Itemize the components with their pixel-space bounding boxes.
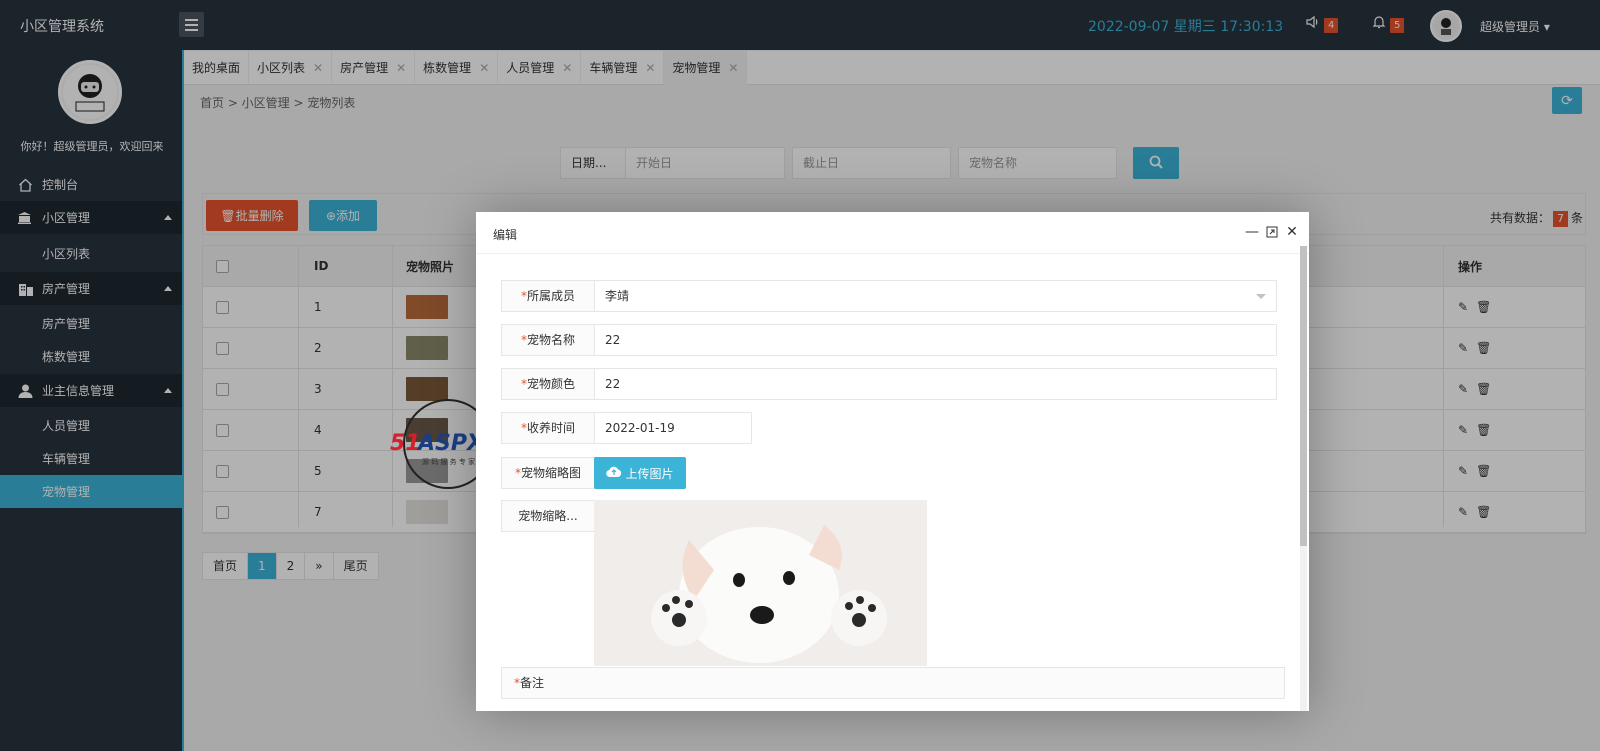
pet-name-label: *宠物名称 (501, 324, 595, 356)
svg-text:源 码 服 务 专 家: 源 码 服 务 专 家 (422, 457, 475, 466)
pet-thumbnail-image (594, 500, 927, 666)
chevron-down-icon (1256, 294, 1266, 299)
pet-name-input[interactable]: 22 (594, 324, 1277, 356)
member-select[interactable]: 李靖 (594, 280, 1277, 312)
thumb-preview-label: 宠物缩略... (501, 500, 595, 532)
adopt-date-input[interactable]: 2022-01-19 (594, 412, 752, 444)
modal-title: 编辑 (493, 228, 518, 242)
button-label: 上传图片 (625, 466, 674, 481)
svg-text:51: 51 (390, 431, 421, 456)
edit-modal: 编辑 — ✕ *所属成员 李靖 *宠物名称 22 *宠物颜色 22 *收养时间 … (476, 212, 1309, 711)
member-value: 李靖 (605, 289, 630, 303)
close-icon[interactable]: ✕ (1283, 222, 1301, 242)
thumb-label: *宠物缩略图 (501, 457, 595, 489)
adopt-date-label: *收养时间 (501, 412, 595, 444)
cloud-upload-icon (606, 466, 622, 481)
svg-text:ASPX: ASPX (416, 431, 485, 456)
pet-color-label: *宠物颜色 (501, 368, 595, 400)
pet-color-input[interactable]: 22 (594, 368, 1277, 400)
remark-label: *备注 (501, 667, 1285, 699)
upload-button[interactable]: 上传图片 (594, 457, 686, 489)
minimize-icon[interactable]: — (1243, 222, 1261, 242)
modal-scrollbar-thumb[interactable] (1300, 246, 1307, 546)
maximize-icon[interactable] (1263, 222, 1281, 242)
modal-header: 编辑 — ✕ (476, 212, 1309, 254)
member-label: *所属成员 (501, 280, 595, 312)
